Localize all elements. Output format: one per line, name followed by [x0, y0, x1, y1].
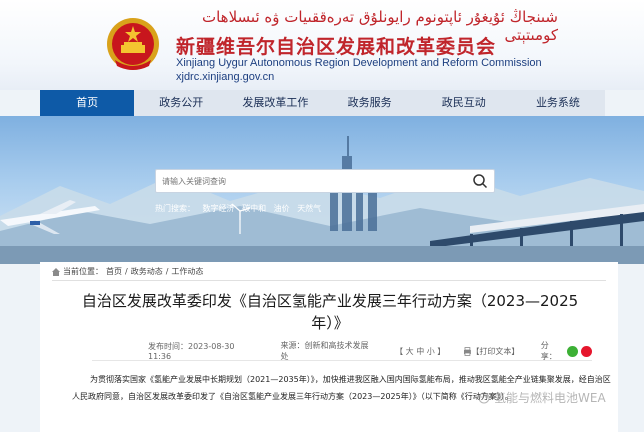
- watermark: 氢能与燃料电池WEA: [478, 389, 606, 406]
- article-source: 来源：创新和高技术发展处: [280, 341, 369, 361]
- publish-time: 发布时间：2023-08-30 11:36: [148, 342, 235, 361]
- breadcrumb-separator: /: [125, 267, 128, 276]
- weibo-share-icon[interactable]: [581, 345, 593, 357]
- print-button[interactable]: 【打印文本】: [471, 346, 519, 357]
- article-card: 当前位置： 首页 / 政务动态 / 工作动态 自治区发展改革委印发《自治区氢能产…: [40, 262, 618, 432]
- wechat-watermark-icon: [478, 392, 490, 403]
- site-url: xjdrc.xinjiang.gov.cn: [176, 71, 275, 83]
- print-icon: [463, 346, 471, 356]
- hot-search: 热门搜索： 数字经济 碳中和 油价 天然气: [155, 203, 326, 214]
- national-emblem-icon: [107, 18, 159, 70]
- watermark-text: 氢能与燃料电池WEA: [494, 391, 606, 405]
- font-size-selector[interactable]: 【 大 中 小 】: [395, 346, 445, 357]
- nav-item-government-services[interactable]: 政务服务: [323, 90, 417, 116]
- site-header: شىنجاڭ ئۇيغۇر ئاپتونوم رايونلۇق تەرەققىي…: [0, 0, 644, 90]
- home-icon: [52, 267, 60, 276]
- breadcrumb-item-work-news[interactable]: 工作动态: [171, 266, 203, 277]
- hot-search-term[interactable]: 油价: [274, 204, 290, 213]
- breadcrumb-separator: /: [165, 267, 169, 276]
- search-icon[interactable]: [472, 173, 488, 189]
- breadcrumb-label: 当前位置：: [63, 267, 103, 276]
- nav-item-development-reform-work[interactable]: 发展改革工作: [228, 90, 322, 116]
- wechat-share-icon[interactable]: [567, 345, 579, 357]
- nav-item-home[interactable]: 首页: [40, 90, 135, 116]
- breadcrumb: 当前位置： 首页 / 政务动态 / 工作动态: [52, 266, 203, 277]
- nav-item-government-affairs-disclosure[interactable]: 政务公开: [134, 90, 228, 116]
- share-label: 分享：: [540, 341, 557, 361]
- hot-search-term[interactable]: 天然气: [297, 204, 321, 213]
- meta-divider: [92, 360, 592, 361]
- search-box: [155, 169, 495, 193]
- breadcrumb-item-home[interactable]: 首页: [106, 266, 122, 277]
- nav-item-public-interaction[interactable]: 政民互动: [417, 90, 511, 116]
- breadcrumb-item-gov-news[interactable]: 政务动态: [131, 266, 163, 277]
- hot-search-term[interactable]: 数字经济: [203, 204, 235, 213]
- article-title: 自治区发展改革委印发《自治区氢能产业发展三年行动方案（2023—2025年）》: [81, 292, 579, 332]
- search-input[interactable]: [162, 170, 462, 192]
- nav-item-business-systems[interactable]: 业务系统: [511, 90, 605, 116]
- breadcrumb-divider: [52, 280, 606, 281]
- main-nav: 首页 政务公开 发展改革工作 政务服务 政民互动 业务系统: [40, 90, 605, 116]
- hot-search-term[interactable]: 碳中和: [242, 204, 266, 213]
- site-name-cn: 新疆维吾尔自治区发展和改革委员会: [176, 36, 497, 58]
- site-name-en: Xinjiang Uygur Autonomous Region Develop…: [176, 57, 542, 69]
- hot-search-label: 热门搜索：: [155, 204, 195, 213]
- article-meta: 发布时间：2023-08-30 11:36 来源：创新和高技术发展处 【 大 中…: [92, 341, 593, 361]
